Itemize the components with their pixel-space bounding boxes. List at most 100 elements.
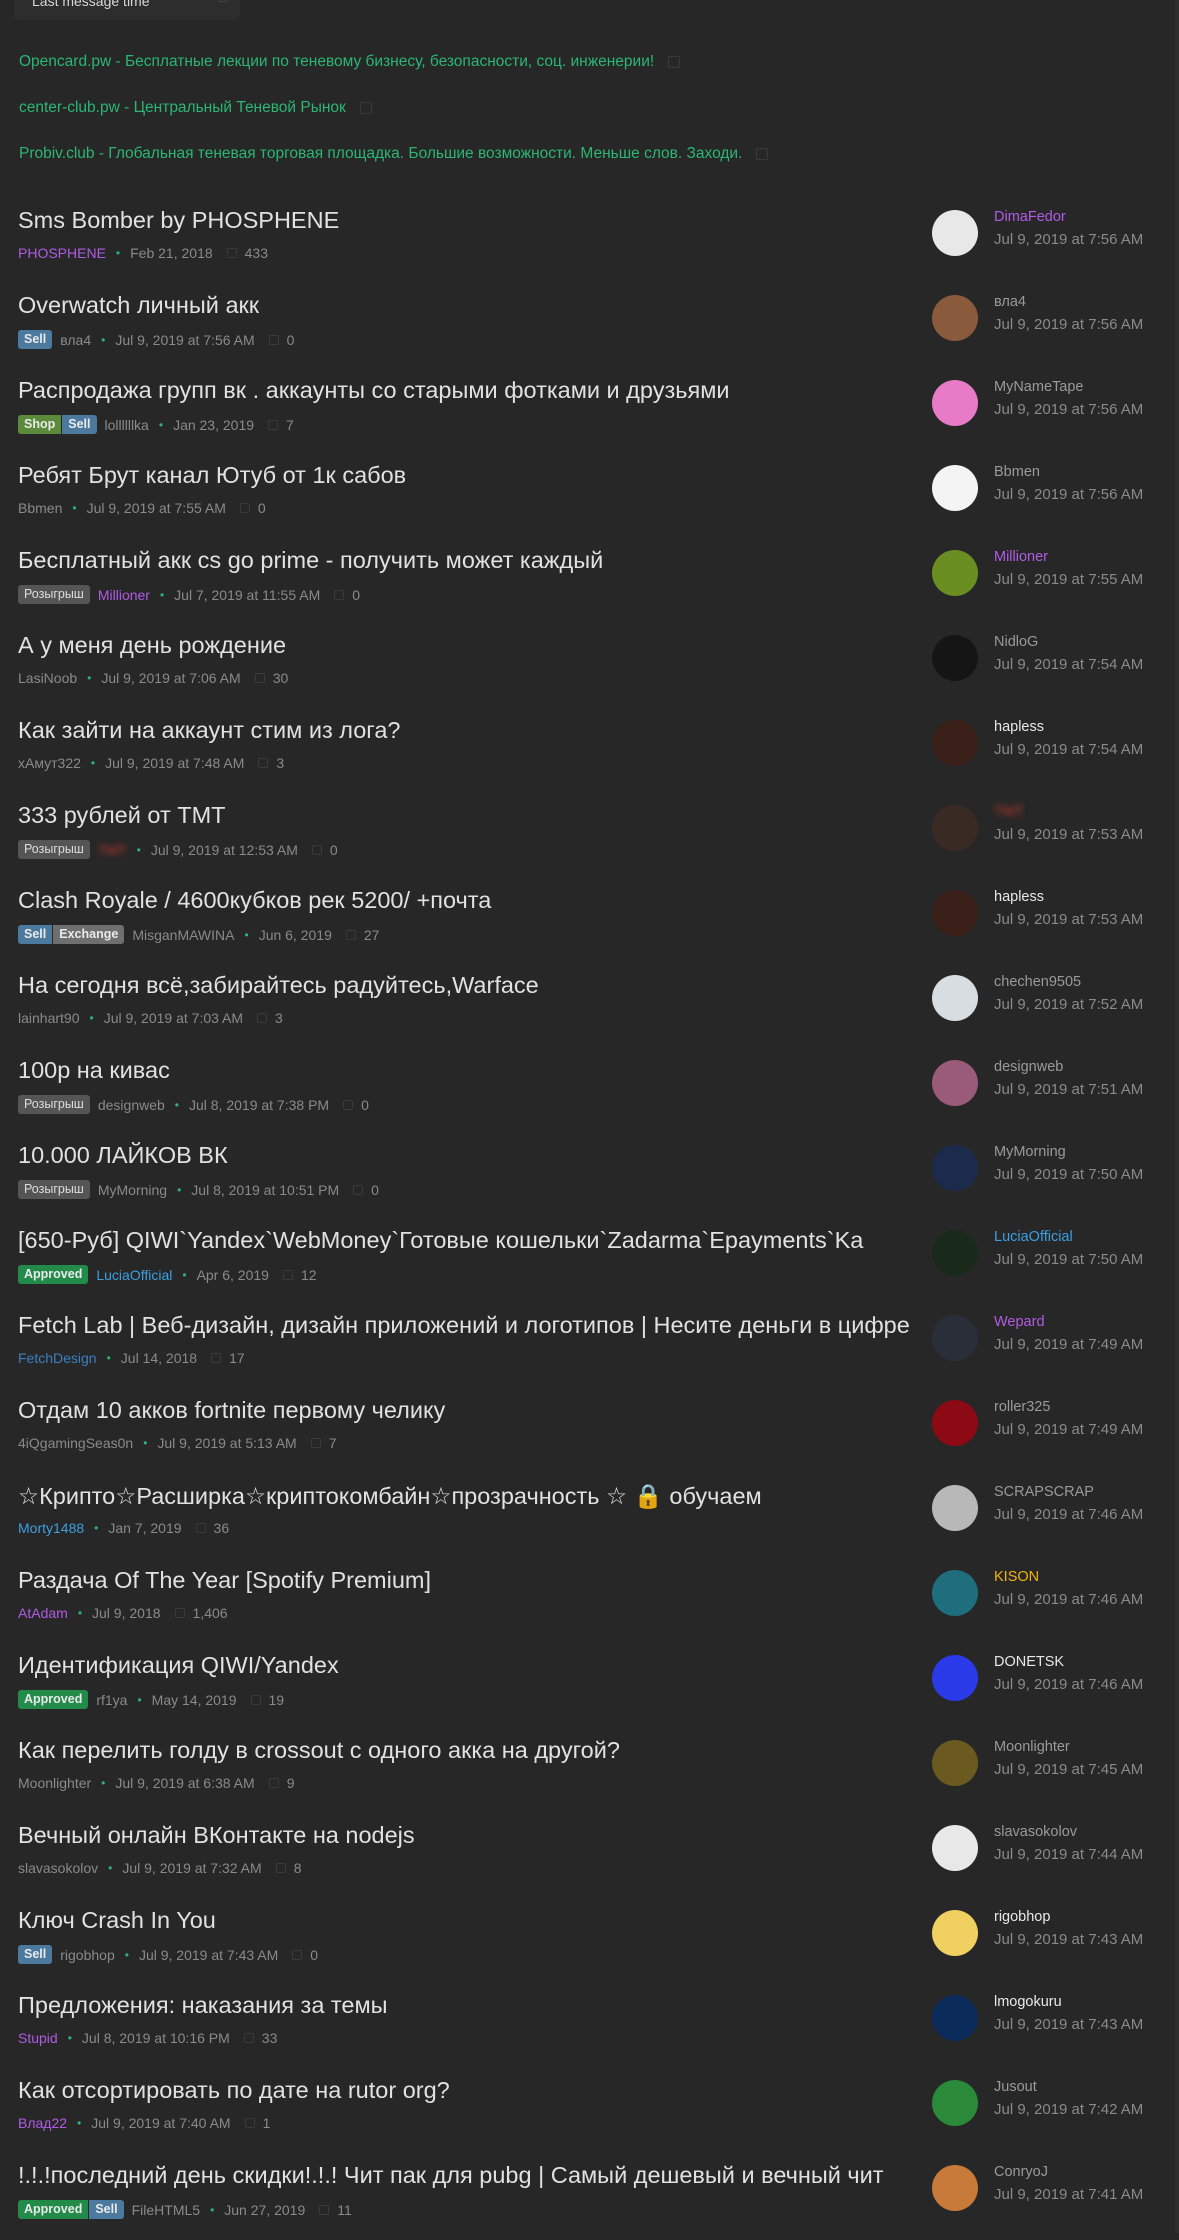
- thread-author[interactable]: Millioner: [98, 587, 150, 603]
- last-post-date[interactable]: Jul 9, 2019 at 7:56 AM: [994, 486, 1144, 503]
- thread-author[interactable]: rf1ya: [96, 1692, 127, 1708]
- last-post-date[interactable]: Jul 9, 2019 at 7:44 AM: [994, 1846, 1144, 1863]
- avatar[interactable]: [932, 1485, 978, 1531]
- last-post-date[interactable]: Jul 9, 2019 at 7:49 AM: [994, 1421, 1144, 1438]
- last-poster[interactable]: lmogokuru: [994, 1994, 1062, 2010]
- last-post-date[interactable]: Jul 9, 2019 at 7:45 AM: [994, 1761, 1144, 1778]
- thread-row[interactable]: Sms Bomber by PHOSPHENE PHOSPHENE • Feb …: [0, 200, 1175, 285]
- thread-row[interactable]: Вечный онлайн ВКонтакте на nodejs slavas…: [0, 1815, 1175, 1900]
- thread-row[interactable]: А у меня день рождение LasiNoob • Jul 9,…: [0, 625, 1175, 710]
- avatar[interactable]: [932, 635, 978, 681]
- last-poster[interactable]: Bbmen: [994, 464, 1040, 480]
- thread-author[interactable]: rigobhop: [60, 1947, 115, 1963]
- thread-author[interactable]: lainhart90: [18, 1010, 80, 1026]
- last-poster[interactable]: MyMorning: [994, 1144, 1066, 1160]
- avatar[interactable]: [932, 295, 978, 341]
- thread-row[interactable]: 10.000 ЛАЙКОВ ВК Розыгрыш MyMorning • Ju…: [0, 1135, 1175, 1220]
- thread-author[interactable]: хАмут322: [18, 755, 81, 771]
- last-poster[interactable]: Wepard: [994, 1314, 1045, 1330]
- thread-author[interactable]: FetchDesign: [18, 1350, 97, 1366]
- last-poster[interactable]: Moonlighter: [994, 1739, 1070, 1755]
- thread-title[interactable]: Отдам 10 акков fortnite первому челику: [18, 1397, 918, 1424]
- thread-row[interactable]: Распродажа групп вк . аккаунты со старым…: [0, 370, 1175, 455]
- avatar[interactable]: [932, 1060, 978, 1106]
- thread-title[interactable]: Fetch Lab | Веб-дизайн, дизайн приложени…: [18, 1312, 918, 1339]
- last-poster[interactable]: Millioner: [994, 549, 1048, 565]
- last-poster[interactable]: chechen9505: [994, 974, 1081, 990]
- prefix-tag[interactable]: Approved: [18, 1690, 89, 1709]
- last-post-date[interactable]: Jul 9, 2019 at 7:53 AM: [994, 911, 1144, 928]
- thread-row[interactable]: Бесплатный акк cs go prime - получить мо…: [0, 540, 1175, 625]
- avatar[interactable]: [932, 210, 978, 256]
- last-post-date[interactable]: Jul 9, 2019 at 7:51 AM: [994, 1081, 1144, 1098]
- thread-author[interactable]: Morty1488: [18, 1520, 84, 1536]
- prefix-tag[interactable]: Approved: [18, 2200, 89, 2219]
- last-poster[interactable]: вла4: [994, 294, 1026, 310]
- last-poster[interactable]: hapless: [994, 719, 1044, 735]
- avatar[interactable]: [932, 1145, 978, 1191]
- last-poster[interactable]: designweb: [994, 1059, 1063, 1075]
- avatar[interactable]: [932, 975, 978, 1021]
- thread-author[interactable]: MyMorning: [98, 1182, 167, 1198]
- thread-title[interactable]: Идентификация QIWI/Yandex: [18, 1652, 918, 1679]
- thread-author[interactable]: Stupid: [18, 2030, 58, 2046]
- last-post-date[interactable]: Jul 9, 2019 at 7:55 AM: [994, 571, 1144, 588]
- last-poster[interactable]: SCRAPSCRAP: [994, 1484, 1094, 1500]
- thread-row[interactable]: Как перелить голду в crossout с одного а…: [0, 1730, 1175, 1815]
- avatar[interactable]: [932, 1400, 978, 1446]
- prefix-tag[interactable]: Розыгрыш: [18, 1180, 90, 1199]
- last-poster[interactable]: slavasokolov: [994, 1824, 1077, 1840]
- prefix-tag[interactable]: Sell: [62, 415, 97, 434]
- thread-row[interactable]: !.!.!последний день скидки!.!.! Чит пак …: [0, 2155, 1175, 2240]
- thread-author[interactable]: MisganMAWINA: [132, 927, 234, 943]
- last-poster[interactable]: MyNameTape: [994, 379, 1083, 395]
- avatar[interactable]: [932, 1825, 978, 1871]
- last-post-date[interactable]: Jul 9, 2019 at 7:41 AM: [994, 2186, 1144, 2203]
- thread-author[interactable]: PHOSPHENE: [18, 245, 106, 261]
- thread-author[interactable]: designweb: [98, 1097, 165, 1113]
- last-poster[interactable]: hapless: [994, 889, 1044, 905]
- last-post-date[interactable]: Jul 9, 2019 at 7:42 AM: [994, 2101, 1144, 2118]
- thread-title[interactable]: Как перелить голду в crossout с одного а…: [18, 1737, 918, 1764]
- thread-author[interactable]: AtAdam: [18, 1605, 68, 1621]
- thread-title[interactable]: Бесплатный акк cs go prime - получить мо…: [18, 547, 918, 574]
- thread-row[interactable]: Ключ Crash In You Sell rigobhop • Jul 9,…: [0, 1900, 1175, 1985]
- thread-title[interactable]: Предложения: наказания за темы: [18, 1992, 918, 2019]
- thread-row[interactable]: [650-Руб] QIWI`Yandex`WebMoney`Готовые к…: [0, 1220, 1175, 1305]
- ad-link[interactable]: Probiv.club - Глобальная теневая торгова…: [19, 144, 769, 190]
- prefix-tag[interactable]: Sell: [18, 1945, 53, 1964]
- ad-link[interactable]: Opencard.pw - Бесплатные лекции по тенев…: [19, 52, 768, 98]
- last-post-date[interactable]: Jul 9, 2019 at 7:50 AM: [994, 1166, 1144, 1183]
- thread-title[interactable]: Раздача Of The Year [Spotify Premium]: [18, 1567, 918, 1594]
- avatar[interactable]: [932, 1570, 978, 1616]
- thread-title[interactable]: Overwatch личный акк: [18, 292, 918, 319]
- thread-title[interactable]: [650-Руб] QIWI`Yandex`WebMoney`Готовые к…: [18, 1227, 918, 1254]
- last-post-date[interactable]: Jul 9, 2019 at 7:56 AM: [994, 231, 1144, 248]
- thread-row[interactable]: Clash Royale / 4600кубков рек 5200/ +поч…: [0, 880, 1175, 965]
- last-poster[interactable]: rigobhop: [994, 1909, 1050, 1925]
- thread-title[interactable]: Вечный онлайн ВКонтакте на nodejs: [18, 1822, 918, 1849]
- avatar[interactable]: [932, 720, 978, 766]
- prefix-tag[interactable]: Approved: [18, 1265, 89, 1284]
- last-poster[interactable]: DimaFedor: [994, 209, 1066, 225]
- thread-title[interactable]: 333 рублей от TMT: [18, 802, 918, 829]
- thread-row[interactable]: Overwatch личный акк Sell вла4 • Jul 9, …: [0, 285, 1175, 370]
- avatar[interactable]: [932, 890, 978, 936]
- thread-author[interactable]: FileHTML5: [132, 2202, 200, 2218]
- avatar[interactable]: [932, 1910, 978, 1956]
- avatar[interactable]: [932, 1230, 978, 1276]
- thread-row[interactable]: ☆Крипто☆Расширка☆криптокомбайн☆прозрачно…: [0, 1475, 1175, 1560]
- prefix-tag[interactable]: Sell: [89, 2200, 124, 2219]
- last-poster[interactable]: roller325: [994, 1399, 1050, 1415]
- thread-title[interactable]: !.!.!последний день скидки!.!.! Чит пак …: [18, 2162, 918, 2189]
- avatar[interactable]: [932, 2080, 978, 2126]
- last-post-date[interactable]: Jul 9, 2019 at 7:46 AM: [994, 1506, 1144, 1523]
- last-poster[interactable]: KISON: [994, 1569, 1039, 1585]
- thread-title[interactable]: 10.000 ЛАЙКОВ ВК: [18, 1142, 918, 1169]
- last-post-date[interactable]: Jul 9, 2019 at 7:56 AM: [994, 316, 1144, 333]
- thread-author[interactable]: slavasokolov: [18, 1860, 98, 1876]
- prefix-tag[interactable]: Sell: [18, 925, 53, 944]
- thread-title[interactable]: Как отсортировать по дате на rutor org?: [18, 2077, 918, 2104]
- thread-title[interactable]: Sms Bomber by PHOSPHENE: [18, 207, 918, 234]
- thread-title[interactable]: ☆Крипто☆Расширка☆криптокомбайн☆прозрачно…: [18, 1482, 918, 1510]
